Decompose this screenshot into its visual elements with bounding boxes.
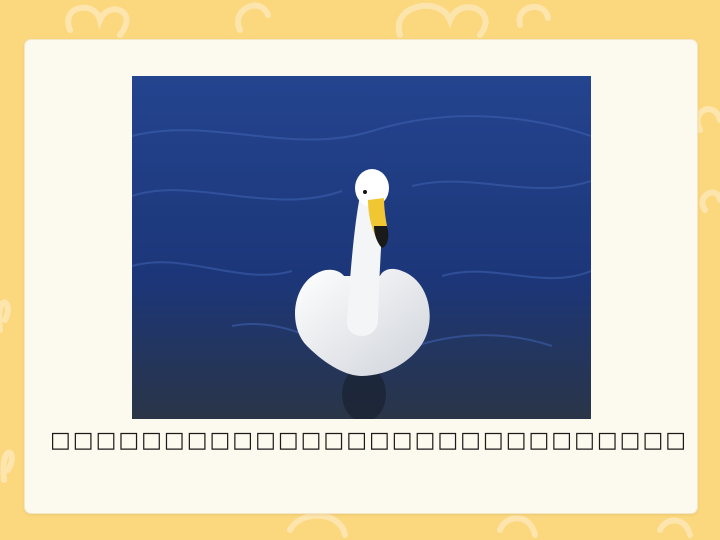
slide-caption: □□□□□□□□□□□□□□□□□□□□□□□□□□□□ bbox=[50, 428, 689, 453]
slide-card: □□□□□□□□□□□□□□□□□□□□□□□□□□□□ bbox=[25, 40, 697, 513]
swan-photo bbox=[132, 76, 591, 419]
swan-image bbox=[132, 76, 591, 419]
